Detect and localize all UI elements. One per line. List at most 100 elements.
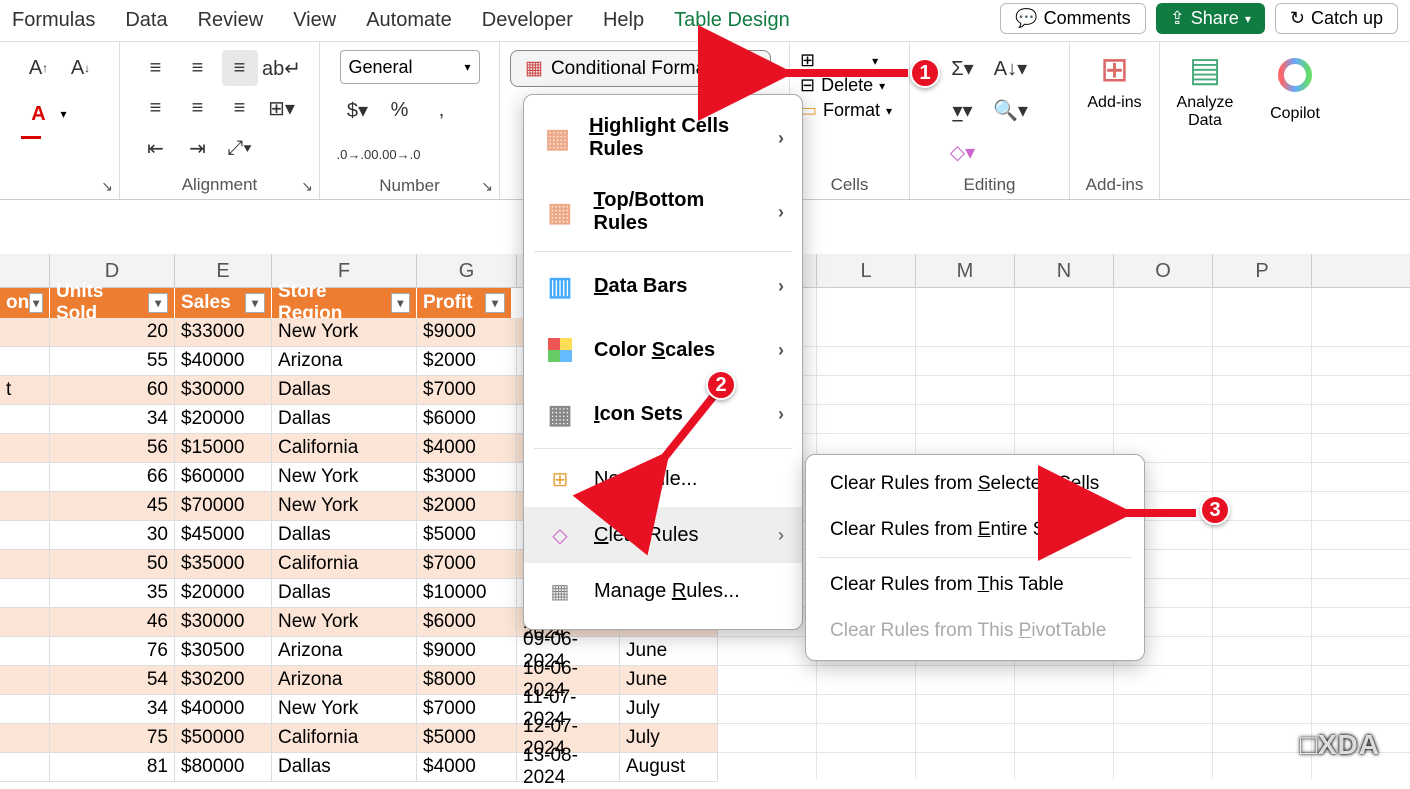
increase-font-icon[interactable]: A↑ <box>21 50 57 86</box>
align-left-icon[interactable]: ≡ <box>138 90 174 126</box>
cell[interactable]: 34 <box>50 695 175 724</box>
cell[interactable]: $30000 <box>175 376 272 405</box>
cell[interactable]: $6000 <box>417 405 517 434</box>
decrease-indent-icon[interactable]: ⇤ <box>138 130 174 166</box>
cell[interactable]: 34 <box>50 405 175 434</box>
cell[interactable]: 75 <box>50 724 175 753</box>
cell[interactable]: 56 <box>50 434 175 463</box>
catchup-button[interactable]: ↻ Catch up <box>1275 3 1398 34</box>
comma-icon[interactable]: , <box>424 92 460 128</box>
find-select-icon[interactable]: 🔍▾ <box>993 92 1029 128</box>
cell[interactable]: $30000 <box>175 608 272 637</box>
fill-icon[interactable]: ▾̲▾ <box>945 92 981 128</box>
cell[interactable]: $8000 <box>417 666 517 695</box>
menu-manage-rules[interactable]: ▦ Manage Rules... <box>524 563 802 619</box>
cell[interactable]: $33000 <box>175 318 272 347</box>
tab-review[interactable]: Review <box>198 9 264 32</box>
col-header-l[interactable]: L <box>817 254 916 287</box>
analyze-data-button[interactable]: ▤ Analyze Data <box>1165 50 1245 130</box>
cell[interactable] <box>0 347 50 376</box>
tab-data[interactable]: Data <box>125 9 167 32</box>
filter-icon[interactable]: ▾ <box>245 293 265 313</box>
sort-filter-icon[interactable]: A↓▾ <box>993 50 1029 86</box>
cell[interactable] <box>0 318 50 347</box>
filter-icon[interactable]: ▾ <box>148 293 168 313</box>
cell[interactable]: 46 <box>50 608 175 637</box>
cell[interactable]: 35 <box>50 579 175 608</box>
filter-icon[interactable]: ▾ <box>485 293 505 313</box>
cell[interactable]: $7000 <box>417 695 517 724</box>
cell[interactable] <box>0 434 50 463</box>
cell[interactable]: New York <box>272 463 417 492</box>
share-button[interactable]: ⇪ Share ▾ <box>1156 3 1265 34</box>
cell[interactable]: 81 <box>50 753 175 782</box>
wrap-text-icon[interactable]: ab↵ <box>264 50 300 86</box>
cell[interactable] <box>0 724 50 753</box>
comments-button[interactable]: 💬 Comments <box>1000 3 1145 34</box>
menu-color-scales[interactable]: Color Scales › <box>524 318 802 382</box>
clear-entire-sheet[interactable]: Clear Rules from Entire Sheet <box>806 507 1144 553</box>
cell[interactable]: Dallas <box>272 405 417 434</box>
cell[interactable]: Dallas <box>272 753 417 782</box>
th-units-sold[interactable]: Units Sold ▾ <box>50 288 175 318</box>
cell[interactable]: 54 <box>50 666 175 695</box>
col-header-o[interactable]: O <box>1114 254 1213 287</box>
format-button[interactable]: ▭ Format ▾ <box>800 100 899 121</box>
clear-this-table[interactable]: Clear Rules from This Table <box>806 562 1144 608</box>
cell[interactable]: $9000 <box>417 318 517 347</box>
cell[interactable]: 76 <box>50 637 175 666</box>
cell[interactable] <box>0 608 50 637</box>
cell[interactable]: $80000 <box>175 753 272 782</box>
cell[interactable]: $9000 <box>417 637 517 666</box>
menu-data-bars[interactable]: ▥ Data Bars › <box>524 254 802 318</box>
clear-icon[interactable]: ◇▾ <box>945 134 981 170</box>
col-header[interactable] <box>0 254 50 287</box>
dialog-launcher-icon[interactable]: ↘ <box>481 178 493 195</box>
cell[interactable]: June <box>620 637 718 666</box>
cell[interactable] <box>0 637 50 666</box>
cell[interactable]: 30 <box>50 521 175 550</box>
col-header-g[interactable]: G <box>417 254 517 287</box>
cell[interactable]: August <box>620 753 718 782</box>
clear-selected-cells[interactable]: Clear Rules from Selected Cells <box>806 461 1144 507</box>
cell[interactable]: Dallas <box>272 521 417 550</box>
cell[interactable] <box>0 492 50 521</box>
th-store-region[interactable]: Store Region ▾ <box>272 288 417 318</box>
cell[interactable] <box>0 695 50 724</box>
cell[interactable]: New York <box>272 608 417 637</box>
cell[interactable]: $2000 <box>417 492 517 521</box>
cell[interactable]: $5000 <box>417 521 517 550</box>
align-top-icon[interactable]: ≡ <box>138 50 174 86</box>
tab-developer[interactable]: Developer <box>482 9 573 32</box>
cell[interactable]: New York <box>272 492 417 521</box>
cell[interactable]: $20000 <box>175 405 272 434</box>
chevron-down-icon[interactable]: ▾ <box>61 107 67 121</box>
tab-view[interactable]: View <box>293 9 336 32</box>
cell[interactable] <box>0 753 50 782</box>
increase-indent-icon[interactable]: ⇥ <box>180 130 216 166</box>
cell[interactable] <box>0 550 50 579</box>
filter-icon[interactable]: ▾ <box>29 293 43 313</box>
cell[interactable]: California <box>272 724 417 753</box>
cell[interactable]: $15000 <box>175 434 272 463</box>
cell[interactable]: California <box>272 434 417 463</box>
cell[interactable]: $7000 <box>417 550 517 579</box>
cell[interactable]: 50 <box>50 550 175 579</box>
table-row[interactable]: 81$80000Dallas$400013-08-2024August <box>0 753 718 782</box>
cell[interactable]: Dallas <box>272 579 417 608</box>
cell[interactable] <box>0 579 50 608</box>
cell[interactable]: $70000 <box>175 492 272 521</box>
th-profit[interactable]: Profit ▾ <box>417 288 512 318</box>
cell[interactable]: $40000 <box>175 347 272 376</box>
cell[interactable]: Arizona <box>272 637 417 666</box>
cell[interactable]: June <box>620 666 718 695</box>
number-format-select[interactable]: General ▾ <box>340 50 480 84</box>
align-right-icon[interactable]: ≡ <box>222 90 258 126</box>
increase-decimal-icon[interactable]: .0→.00 <box>340 136 376 172</box>
cell[interactable]: 13-08-2024 <box>517 753 620 782</box>
cell[interactable]: $35000 <box>175 550 272 579</box>
cell[interactable]: $45000 <box>175 521 272 550</box>
tab-automate[interactable]: Automate <box>366 9 452 32</box>
cell[interactable]: $10000 <box>417 579 517 608</box>
col-header-m[interactable]: M <box>916 254 1015 287</box>
